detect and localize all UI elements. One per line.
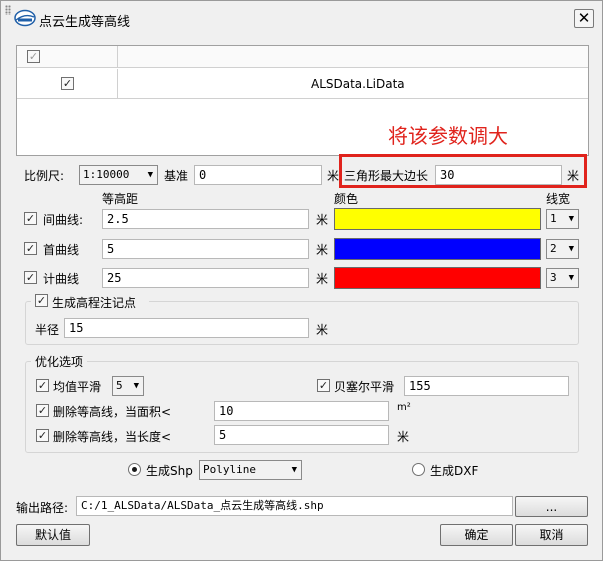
bezier-input[interactable]: 155 xyxy=(404,376,569,396)
highlight-box xyxy=(339,154,587,188)
shp-radio[interactable] xyxy=(128,463,141,476)
first-color-swatch[interactable] xyxy=(334,238,541,260)
count-color-swatch[interactable] xyxy=(334,267,541,289)
dxf-label: 生成DXF xyxy=(430,464,479,478)
window-title: 点云生成等高线 xyxy=(39,15,131,30)
radius-label: 半径 xyxy=(35,323,60,337)
dialog-window: 点云生成等高线 ✕ ✓ ✓ ALSData.LiData 将该参数调大 比例尺:… xyxy=(0,0,603,561)
chevron-down-icon: ▼ xyxy=(568,214,574,224)
intermediate-color-swatch[interactable] xyxy=(334,208,541,230)
row-checkbox[interactable]: ✓ xyxy=(61,77,74,90)
title-bar: 点云生成等高线 ✕ xyxy=(1,1,602,35)
output-path-input[interactable]: C:/1_ALSData/ALSData_点云生成等高线.shp xyxy=(76,496,513,516)
count-width-select[interactable]: 3 ▼ xyxy=(546,268,579,288)
ok-button[interactable]: 确定 xyxy=(440,524,513,546)
dxf-radio[interactable] xyxy=(412,463,425,476)
intermediate-unit: 米 xyxy=(316,213,329,227)
first-checkbox[interactable]: ✓ xyxy=(24,242,37,255)
first-interval-input[interactable]: 5 xyxy=(102,239,309,259)
delete-length-unit: 米 xyxy=(397,430,410,444)
first-width-value: 2 xyxy=(550,242,557,255)
chevron-down-icon: ▼ xyxy=(291,465,297,475)
count-interval-input[interactable]: 25 xyxy=(102,268,309,288)
geometry-select[interactable]: Polyline ▼ xyxy=(199,460,302,480)
intermediate-checkbox[interactable]: ✓ xyxy=(24,212,37,225)
elevation-group-legend: ✓ 生成高程注记点 xyxy=(31,293,149,310)
bezier-checkbox[interactable]: ✓ xyxy=(317,379,330,392)
width-header: 线宽 xyxy=(546,192,571,206)
row-divider xyxy=(117,69,118,99)
base-unit: 米 xyxy=(327,169,340,183)
delete-area-label: 删除等高线，当面积< xyxy=(53,405,172,419)
shp-label: 生成Shp xyxy=(146,464,193,478)
app-logo-icon xyxy=(14,9,36,27)
browse-button[interactable]: ... xyxy=(515,496,588,517)
delete-area-input[interactable]: 10 xyxy=(214,401,389,421)
select-all-checkbox[interactable]: ✓ xyxy=(27,50,40,63)
count-width-value: 3 xyxy=(550,271,557,284)
close-button[interactable]: ✕ xyxy=(574,9,594,28)
base-input[interactable]: 0 xyxy=(194,165,322,185)
scale-label: 比例尺: xyxy=(24,169,65,183)
elevation-checkbox[interactable]: ✓ xyxy=(35,294,48,307)
mean-smooth-checkbox[interactable]: ✓ xyxy=(36,379,49,392)
elevation-label: 生成高程注记点 xyxy=(52,296,137,310)
annotation-text: 将该参数调大 xyxy=(388,124,508,148)
scale-value: 1:10000 xyxy=(83,168,130,181)
delete-area-unit: m² xyxy=(397,402,411,413)
default-button[interactable]: 默认值 xyxy=(16,524,90,546)
intermediate-width-select[interactable]: 1 ▼ xyxy=(546,209,579,229)
chevron-down-icon: ▼ xyxy=(568,273,574,283)
intermediate-label: 间曲线: xyxy=(43,213,84,227)
delete-length-label: 删除等高线，当长度< xyxy=(53,430,172,444)
chevron-down-icon: ▼ xyxy=(147,170,153,180)
first-width-select[interactable]: 2 ▼ xyxy=(546,239,579,259)
row-dataset-name: ALSData.LiData xyxy=(311,77,405,91)
chevron-down-icon: ▼ xyxy=(133,381,139,391)
chevron-down-icon: ▼ xyxy=(568,244,574,254)
delete-length-checkbox[interactable]: ✓ xyxy=(36,429,49,442)
delete-length-input[interactable]: 5 xyxy=(214,425,389,445)
optimize-title: 优化选项 xyxy=(31,353,88,370)
delete-area-checkbox[interactable]: ✓ xyxy=(36,404,49,417)
bezier-label: 贝塞尔平滑 xyxy=(334,380,395,394)
output-path-label: 输出路径: xyxy=(16,501,69,515)
interval-header: 等高距 xyxy=(102,192,139,206)
first-unit: 米 xyxy=(316,243,329,257)
cancel-button[interactable]: 取消 xyxy=(515,524,588,546)
radius-unit: 米 xyxy=(316,323,329,337)
radius-input[interactable]: 15 xyxy=(64,318,309,338)
header-divider xyxy=(117,46,118,68)
intermediate-interval-input[interactable]: 2.5 xyxy=(102,209,309,229)
count-unit: 米 xyxy=(316,272,329,286)
count-label: 计曲线 xyxy=(43,272,80,286)
mean-smooth-label: 均值平滑 xyxy=(53,380,102,394)
geometry-value: Polyline xyxy=(203,463,256,476)
scale-select[interactable]: 1:10000 ▼ xyxy=(79,165,158,185)
drag-grip-icon[interactable] xyxy=(5,5,11,15)
count-checkbox[interactable]: ✓ xyxy=(24,271,37,284)
base-label: 基准 xyxy=(164,169,189,183)
first-label: 首曲线 xyxy=(43,243,80,257)
color-header: 颜色 xyxy=(334,192,359,206)
mean-smooth-value: 5 xyxy=(116,379,123,392)
mean-smooth-select[interactable]: 5 ▼ xyxy=(112,376,144,396)
intermediate-width-value: 1 xyxy=(550,212,557,225)
table-header-row: ✓ xyxy=(17,46,588,68)
table-row[interactable]: ✓ ALSData.LiData xyxy=(17,69,588,99)
